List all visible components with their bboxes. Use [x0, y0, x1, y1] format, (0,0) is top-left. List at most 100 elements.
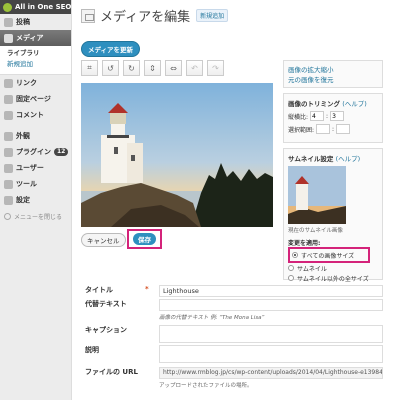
image-edit-toolbar: ⌗ ↺ ↻ ⇕ ⇔ ↶ ↷: [81, 60, 228, 76]
sidebar-item-users[interactable]: ユーザー: [0, 160, 71, 176]
collapse-menu-label: メニューを閉じる: [14, 213, 63, 221]
aspect-ratio-height-input[interactable]: [330, 111, 345, 121]
title-input[interactable]: [159, 285, 383, 297]
rotate-left-icon[interactable]: ↺: [102, 60, 119, 76]
update-media-button[interactable]: メディアを更新: [81, 41, 141, 57]
page-header: メディアを編集 新規追加: [81, 6, 229, 25]
caption-row: キャプション: [81, 325, 383, 343]
sidebar-item-media[interactable]: メディア: [0, 30, 71, 46]
sidebar-item-label: 固定ページ: [16, 95, 51, 103]
crop-panel: 画像のトリミング (ヘルプ) 縦横比: : 選択範囲: :: [283, 93, 383, 143]
selection-row: 選択範囲: :: [288, 124, 378, 134]
flip-vertical-icon[interactable]: ⇕: [144, 60, 161, 76]
sidebar-item-label: 設定: [16, 196, 30, 204]
radio-all-sizes[interactable]: すべての画像サイズ: [292, 250, 366, 260]
crop-help-link[interactable]: (ヘルプ): [342, 100, 367, 108]
crop-icon[interactable]: ⌗: [81, 60, 98, 76]
rotate-right-icon[interactable]: ↻: [123, 60, 140, 76]
selection-width-input[interactable]: [316, 124, 331, 134]
radio-all-except-thumbnail[interactable]: サムネイル以外の全サイズ: [288, 273, 378, 283]
admin-sidebar: All in One SEO 投稿 メディア ライブラリ 新規追加 リンク 固定…: [0, 0, 72, 400]
alt-text-label: 代替テキスト: [85, 300, 127, 308]
seo-logo-icon: [3, 2, 12, 12]
sidebar-brand-item[interactable]: All in One SEO: [0, 0, 71, 14]
plugin-icon: [4, 147, 13, 157]
description-textarea[interactable]: [159, 345, 383, 363]
tool-icon: [4, 179, 13, 189]
undo-icon[interactable]: ↶: [186, 60, 203, 76]
redo-icon[interactable]: ↷: [207, 60, 224, 76]
sidebar-item-label: 外観: [16, 132, 30, 140]
alt-row: 代替テキスト 画像の代替テキスト 例: “The Mona Lisa”: [81, 299, 383, 321]
settings-icon: [4, 195, 13, 205]
title-row: タイトル *: [81, 285, 383, 297]
sidebar-item-comments[interactable]: コメント: [0, 107, 71, 123]
sidebar-item-posts[interactable]: 投稿: [0, 14, 71, 30]
submenu-add-new[interactable]: 新規追加: [0, 59, 71, 70]
thumbnail-panel: サムネイル設定 (ヘルプ) 現在のサムネイル画像 変更を適用: すべての画像サイ…: [283, 148, 383, 283]
radio-icon: [288, 265, 294, 271]
sidebar-item-tools[interactable]: ツール: [0, 176, 71, 192]
submenu-library[interactable]: ライブラリ: [0, 48, 71, 59]
alt-text-input[interactable]: [159, 299, 383, 311]
sidebar-item-label: プラグイン: [16, 148, 51, 156]
radio-selected-icon: [292, 252, 298, 258]
main-content: メディアを編集 新規追加 メディアを更新 ⌗ ↺ ↻ ⇕ ⇔ ↶ ↷ キャンセル…: [73, 0, 394, 400]
add-new-button[interactable]: 新規追加: [196, 9, 229, 22]
aspect-ratio-row: 縦横比: :: [288, 111, 378, 121]
selection-label: 選択範囲:: [288, 126, 315, 134]
restore-image-link[interactable]: 元の画像を復元: [288, 75, 378, 85]
sidebar-item-label: ユーザー: [16, 164, 44, 172]
scale-image-link[interactable]: 画像の拡大縮小: [288, 65, 378, 75]
sidebar-item-links[interactable]: リンク: [0, 75, 71, 91]
media-icon: [4, 33, 13, 43]
apply-changes-label: 変更を適用:: [288, 240, 321, 247]
crop-title: 画像のトリミング (ヘルプ): [288, 100, 367, 108]
sidebar-item-label: メディア: [16, 34, 44, 42]
alt-text-hint: 画像の代替テキスト 例: “The Mona Lisa”: [159, 315, 265, 321]
sidebar-item-label: 投稿: [16, 18, 30, 26]
flip-horizontal-icon[interactable]: ⇔: [165, 60, 182, 76]
aspect-ratio-separator: :: [326, 112, 329, 120]
file-url-field[interactable]: http://www.rmblog.jp/cs/wp-content/uploa…: [159, 367, 383, 379]
aspect-ratio-width-input[interactable]: [310, 111, 325, 121]
selection-separator: :: [332, 125, 335, 133]
save-highlight: 保存: [127, 229, 162, 249]
thumbnail-title: サムネイル設定 (ヘルプ): [288, 155, 361, 163]
sidebar-item-pages[interactable]: 固定ページ: [0, 91, 71, 107]
lighthouse-image[interactable]: [81, 83, 273, 227]
sidebar-item-plugins[interactable]: プラグイン 12: [0, 144, 71, 160]
current-thumbnail-image: [288, 166, 346, 224]
radio-label: すべての画像サイズ: [301, 252, 355, 260]
page-icon: [4, 94, 13, 104]
collapse-arrow-icon: [4, 212, 11, 220]
user-icon: [4, 163, 13, 173]
plugin-update-badge: 12: [54, 148, 69, 156]
sidebar-item-appearance[interactable]: 外観: [0, 128, 71, 144]
description-row: 説明: [81, 345, 383, 363]
sidebar-item-settings[interactable]: 設定: [0, 192, 71, 208]
radio-label: サムネイル以外の全サイズ: [297, 275, 369, 283]
media-page-icon: [81, 8, 95, 23]
thumbnail-help-link[interactable]: (ヘルプ): [336, 155, 361, 163]
appearance-icon: [4, 131, 13, 141]
description-label: 説明: [85, 346, 99, 354]
caption-textarea[interactable]: [159, 325, 383, 343]
all-sizes-highlight: すべての画像サイズ: [288, 247, 370, 263]
selection-height-input[interactable]: [336, 124, 351, 134]
file-url-label: ファイルの URL: [85, 368, 138, 376]
file-url-hint: アップロードされたファイルの場所。: [159, 383, 253, 389]
sidebar-item-label: ツール: [16, 180, 37, 188]
cancel-button[interactable]: キャンセル: [81, 233, 126, 247]
link-icon: [4, 78, 13, 88]
save-button[interactable]: 保存: [133, 233, 156, 245]
media-submenu: ライブラリ 新規追加: [0, 46, 71, 75]
pin-icon: [4, 17, 13, 27]
collapse-menu-button[interactable]: メニューを閉じる: [0, 208, 71, 224]
sidebar-item-label: リンク: [16, 79, 37, 87]
radio-thumbnail[interactable]: サムネイル: [288, 263, 378, 273]
sidebar-item-label: コメント: [16, 111, 44, 119]
title-label: タイトル *: [85, 285, 149, 294]
page-title: メディアを編集: [100, 10, 191, 25]
caption-label: キャプション: [85, 326, 127, 334]
